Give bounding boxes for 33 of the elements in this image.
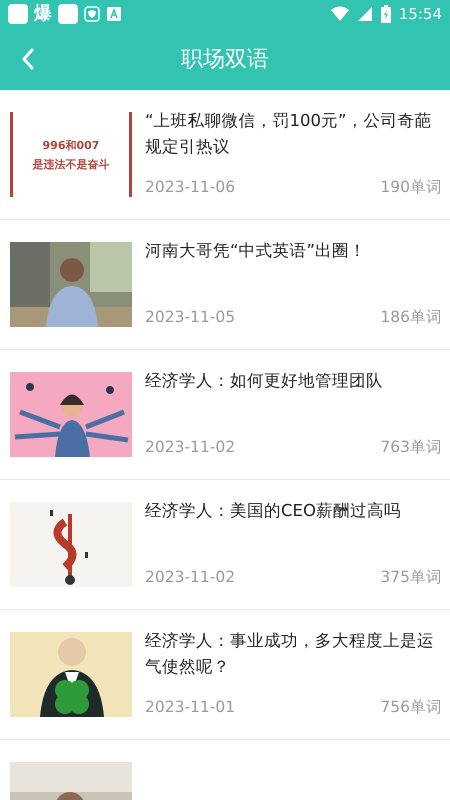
- thumbnail-text: 是违法不是奋斗: [32, 158, 110, 170]
- article-item[interactable]: 996和007 是违法不是奋斗 “上班私聊微信，罚100元”，公司奇葩规定引热议 2023-11-06 190单词: [0, 90, 450, 220]
- word-count: 756单词: [380, 696, 442, 718]
- wifi-icon: [330, 6, 349, 22]
- article-date: 2023-11-02: [145, 436, 236, 458]
- word-count: 375单词: [380, 566, 442, 588]
- clock-time: 15:54: [398, 4, 442, 25]
- thumbnail-text: 996和007: [42, 140, 100, 150]
- signal-icon: [356, 6, 373, 22]
- page-title: 职场双语: [181, 46, 269, 74]
- article-item[interactable]: 经济学人：美国的CEO薪酬过高吗 2023-11-02 375单词: [0, 480, 450, 610]
- app-glyph: 爆: [34, 5, 52, 23]
- notification-icon: [8, 4, 28, 24]
- article-item[interactable]: 经济学人：如何更好地管理团队 2023-11-02 763单词: [0, 350, 450, 480]
- article-item[interactable]: 经济学人：事业成功，多大程度上是运气使然呢？ 2023-11-01 756单词: [0, 610, 450, 740]
- article-title: 经济学人：如何更好地管理团队: [145, 370, 384, 392]
- shield-icon: [84, 6, 100, 22]
- article-date: 2023-11-01: [145, 696, 236, 718]
- article-date: 2023-11-06: [145, 176, 236, 198]
- article-item[interactable]: 河南大哥凭“中式英语”出圈！ 2023-11-05 186单词: [0, 220, 450, 350]
- letter-tile-icon: [106, 6, 122, 22]
- back-icon: [21, 48, 35, 70]
- article-date: 2023-11-05: [145, 306, 236, 328]
- article-title: 经济学人：事业成功，多大程度上是运气使然呢？: [145, 630, 435, 678]
- battery-icon: [380, 5, 391, 23]
- word-count: 763单词: [380, 436, 442, 458]
- article-title: 河南大哥凭“中式英语”出圈！: [145, 240, 368, 262]
- notification-icon: [58, 4, 78, 24]
- article-title: “上班私聊微信，罚100元”，公司奇葩规定引热议: [145, 110, 433, 158]
- word-count: 186单词: [380, 306, 442, 328]
- article-title: 经济学人：美国的CEO薪酬过高吗: [145, 500, 402, 522]
- word-count: 190单词: [380, 176, 442, 198]
- article-date: 2023-11-02: [145, 566, 236, 588]
